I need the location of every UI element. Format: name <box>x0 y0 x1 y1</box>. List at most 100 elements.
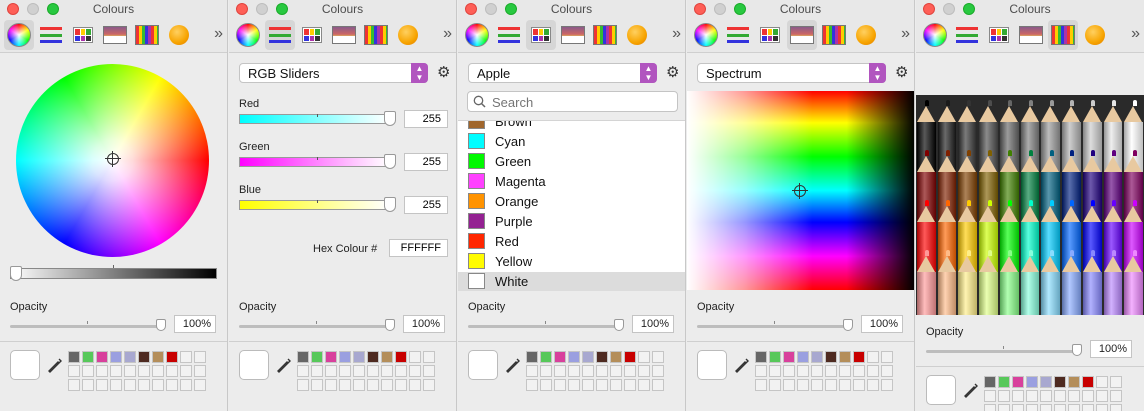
tab-colour-sliders[interactable] <box>494 20 524 50</box>
empty-swatch[interactable] <box>166 365 178 377</box>
empty-swatch[interactable] <box>624 379 636 391</box>
empty-swatch[interactable] <box>998 390 1010 402</box>
empty-swatch[interactable] <box>853 365 865 377</box>
swatch[interactable] <box>568 351 580 363</box>
empty-swatch[interactable] <box>1096 390 1108 402</box>
pencil[interactable] <box>999 250 1019 315</box>
swatch[interactable] <box>96 351 108 363</box>
empty-swatch[interactable] <box>297 365 309 377</box>
tab-colour-palettes[interactable] <box>297 20 327 50</box>
empty-swatch[interactable] <box>1110 376 1122 388</box>
empty-swatch[interactable] <box>110 379 122 391</box>
empty-swatch[interactable] <box>610 379 622 391</box>
empty-swatch[interactable] <box>554 365 566 377</box>
list-item-magenta[interactable]: Magenta <box>458 172 685 192</box>
pencil[interactable] <box>1062 250 1081 315</box>
tab-colour-palettes[interactable] <box>526 20 556 50</box>
tab-pencils[interactable] <box>819 20 849 50</box>
empty-swatch[interactable] <box>568 365 580 377</box>
empty-swatch[interactable] <box>1068 390 1080 402</box>
empty-swatch[interactable] <box>96 379 108 391</box>
empty-swatch[interactable] <box>1068 404 1080 411</box>
hex-value-field[interactable]: FFFFFF <box>389 239 448 257</box>
list-item-yellow[interactable]: Yellow <box>458 252 685 272</box>
eyedropper-icon[interactable] <box>48 358 62 374</box>
tab-image-palettes[interactable] <box>329 20 359 50</box>
empty-swatch[interactable] <box>395 379 407 391</box>
empty-swatch[interactable] <box>124 379 136 391</box>
empty-swatch[interactable] <box>755 379 767 391</box>
empty-swatch[interactable] <box>1096 376 1108 388</box>
empty-swatch[interactable] <box>325 379 337 391</box>
palette-dropdown[interactable]: Apple ▲ ▼ <box>468 63 657 83</box>
empty-swatch[interactable] <box>194 379 206 391</box>
empty-swatch[interactable] <box>526 365 538 377</box>
tab-image-palettes[interactable] <box>787 20 817 50</box>
empty-swatch[interactable] <box>138 379 150 391</box>
swatch[interactable] <box>769 351 781 363</box>
opacity-slider[interactable] <box>926 346 1080 353</box>
gear-icon[interactable]: ⚙ <box>437 65 451 80</box>
swatch[interactable] <box>755 351 767 363</box>
pencil[interactable] <box>1020 250 1040 315</box>
empty-swatch[interactable] <box>867 351 879 363</box>
empty-swatch[interactable] <box>797 365 809 377</box>
tab-pencils[interactable] <box>132 20 162 50</box>
swatch[interactable] <box>624 351 636 363</box>
swatch[interactable] <box>811 351 823 363</box>
tab-image-palettes[interactable] <box>1016 20 1046 50</box>
tab-pencils[interactable] <box>361 20 391 50</box>
swatch[interactable] <box>166 351 178 363</box>
empty-swatch[interactable] <box>1054 390 1066 402</box>
tab-image-palettes[interactable] <box>100 20 130 50</box>
tab-extension[interactable] <box>164 20 194 50</box>
empty-swatch[interactable] <box>1082 390 1094 402</box>
empty-swatch[interactable] <box>825 365 837 377</box>
list-item-green[interactable]: Green <box>458 152 685 172</box>
empty-swatch[interactable] <box>797 379 809 391</box>
pencil[interactable] <box>1041 250 1061 315</box>
empty-swatch[interactable] <box>1082 404 1094 411</box>
swatch[interactable] <box>395 351 407 363</box>
tab-colour-sliders[interactable] <box>265 20 295 50</box>
empty-swatch[interactable] <box>540 365 552 377</box>
empty-swatch[interactable] <box>1040 404 1052 411</box>
swatch[interactable] <box>339 351 351 363</box>
eyedropper-icon[interactable] <box>277 358 291 374</box>
swatch[interactable] <box>353 351 365 363</box>
red-slider[interactable] <box>239 114 389 124</box>
image-dropdown[interactable]: Spectrum ▲ ▼ <box>697 63 886 83</box>
swatch[interactable] <box>839 351 851 363</box>
more-tabs-chevron-icon[interactable]: » <box>214 25 223 43</box>
empty-swatch[interactable] <box>596 365 608 377</box>
empty-swatch[interactable] <box>68 365 80 377</box>
empty-swatch[interactable] <box>1096 404 1108 411</box>
empty-swatch[interactable] <box>367 365 379 377</box>
swatch[interactable] <box>853 351 865 363</box>
empty-swatch[interactable] <box>1110 404 1122 411</box>
blue-slider[interactable] <box>239 200 389 210</box>
empty-swatch[interactable] <box>610 365 622 377</box>
empty-swatch[interactable] <box>353 365 365 377</box>
tab-colour-palettes[interactable] <box>984 20 1014 50</box>
opacity-slider[interactable] <box>239 321 393 328</box>
opacity-slider-knob[interactable] <box>614 319 624 331</box>
list-item-white[interactable]: White <box>458 272 685 291</box>
empty-swatch[interactable] <box>1012 390 1024 402</box>
pencil[interactable] <box>1103 250 1123 315</box>
tab-extension[interactable] <box>1080 20 1110 50</box>
tab-colour-palettes[interactable] <box>755 20 785 50</box>
green-value-field[interactable]: 255 <box>404 153 448 171</box>
tab-extension[interactable] <box>393 20 423 50</box>
swatch[interactable] <box>1012 376 1024 388</box>
empty-swatch[interactable] <box>381 379 393 391</box>
empty-swatch[interactable] <box>124 365 136 377</box>
swatch[interactable] <box>783 351 795 363</box>
tab-pencils[interactable] <box>590 20 620 50</box>
pencil[interactable] <box>1124 250 1143 315</box>
swatch[interactable] <box>1054 376 1066 388</box>
swatch[interactable] <box>1026 376 1038 388</box>
opacity-value-field[interactable]: 100% <box>632 315 674 333</box>
tab-colour-palettes[interactable] <box>68 20 98 50</box>
empty-swatch[interactable] <box>881 351 893 363</box>
